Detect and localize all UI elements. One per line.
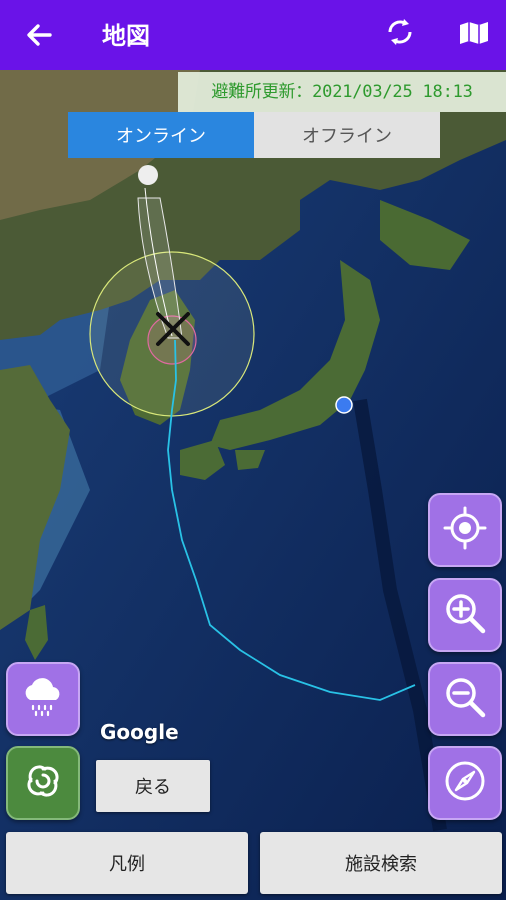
- online-toggle[interactable]: オンライン: [68, 112, 254, 158]
- legend-button[interactable]: 凡例: [6, 832, 248, 894]
- back-button[interactable]: 戻る: [96, 760, 210, 812]
- compass-icon: [441, 757, 489, 809]
- facility-search-button[interactable]: 施設検索: [260, 832, 502, 894]
- google-attribution: Google: [100, 720, 179, 744]
- zoom-in-button[interactable]: [428, 578, 502, 652]
- my-location-button[interactable]: [428, 493, 502, 567]
- typhoon-button[interactable]: [6, 746, 80, 820]
- app-bar: 地図: [0, 0, 506, 70]
- my-location-icon: [442, 505, 488, 555]
- banner-datetime: 2021/03/25 18:13: [312, 82, 473, 102]
- rain-cloud-icon: [20, 674, 66, 724]
- offline-toggle[interactable]: オフライン: [254, 112, 440, 158]
- map-book-icon[interactable]: [458, 19, 490, 47]
- mode-toggle: オンライン オフライン: [68, 112, 440, 158]
- zoom-in-icon: [441, 589, 489, 641]
- page-title: 地図: [102, 22, 150, 50]
- banner-label: 避難所更新：: [211, 82, 313, 102]
- zoom-out-button[interactable]: [428, 662, 502, 736]
- back-arrow-icon[interactable]: [22, 18, 56, 52]
- shelter-update-banner: 避難所更新：2021/03/25 18:13: [178, 72, 506, 112]
- rain-cloud-button[interactable]: [6, 662, 80, 736]
- typhoon-swirl-icon: [19, 757, 67, 809]
- zoom-out-icon: [441, 673, 489, 725]
- compass-button[interactable]: [428, 746, 502, 820]
- refresh-icon[interactable]: [384, 15, 416, 49]
